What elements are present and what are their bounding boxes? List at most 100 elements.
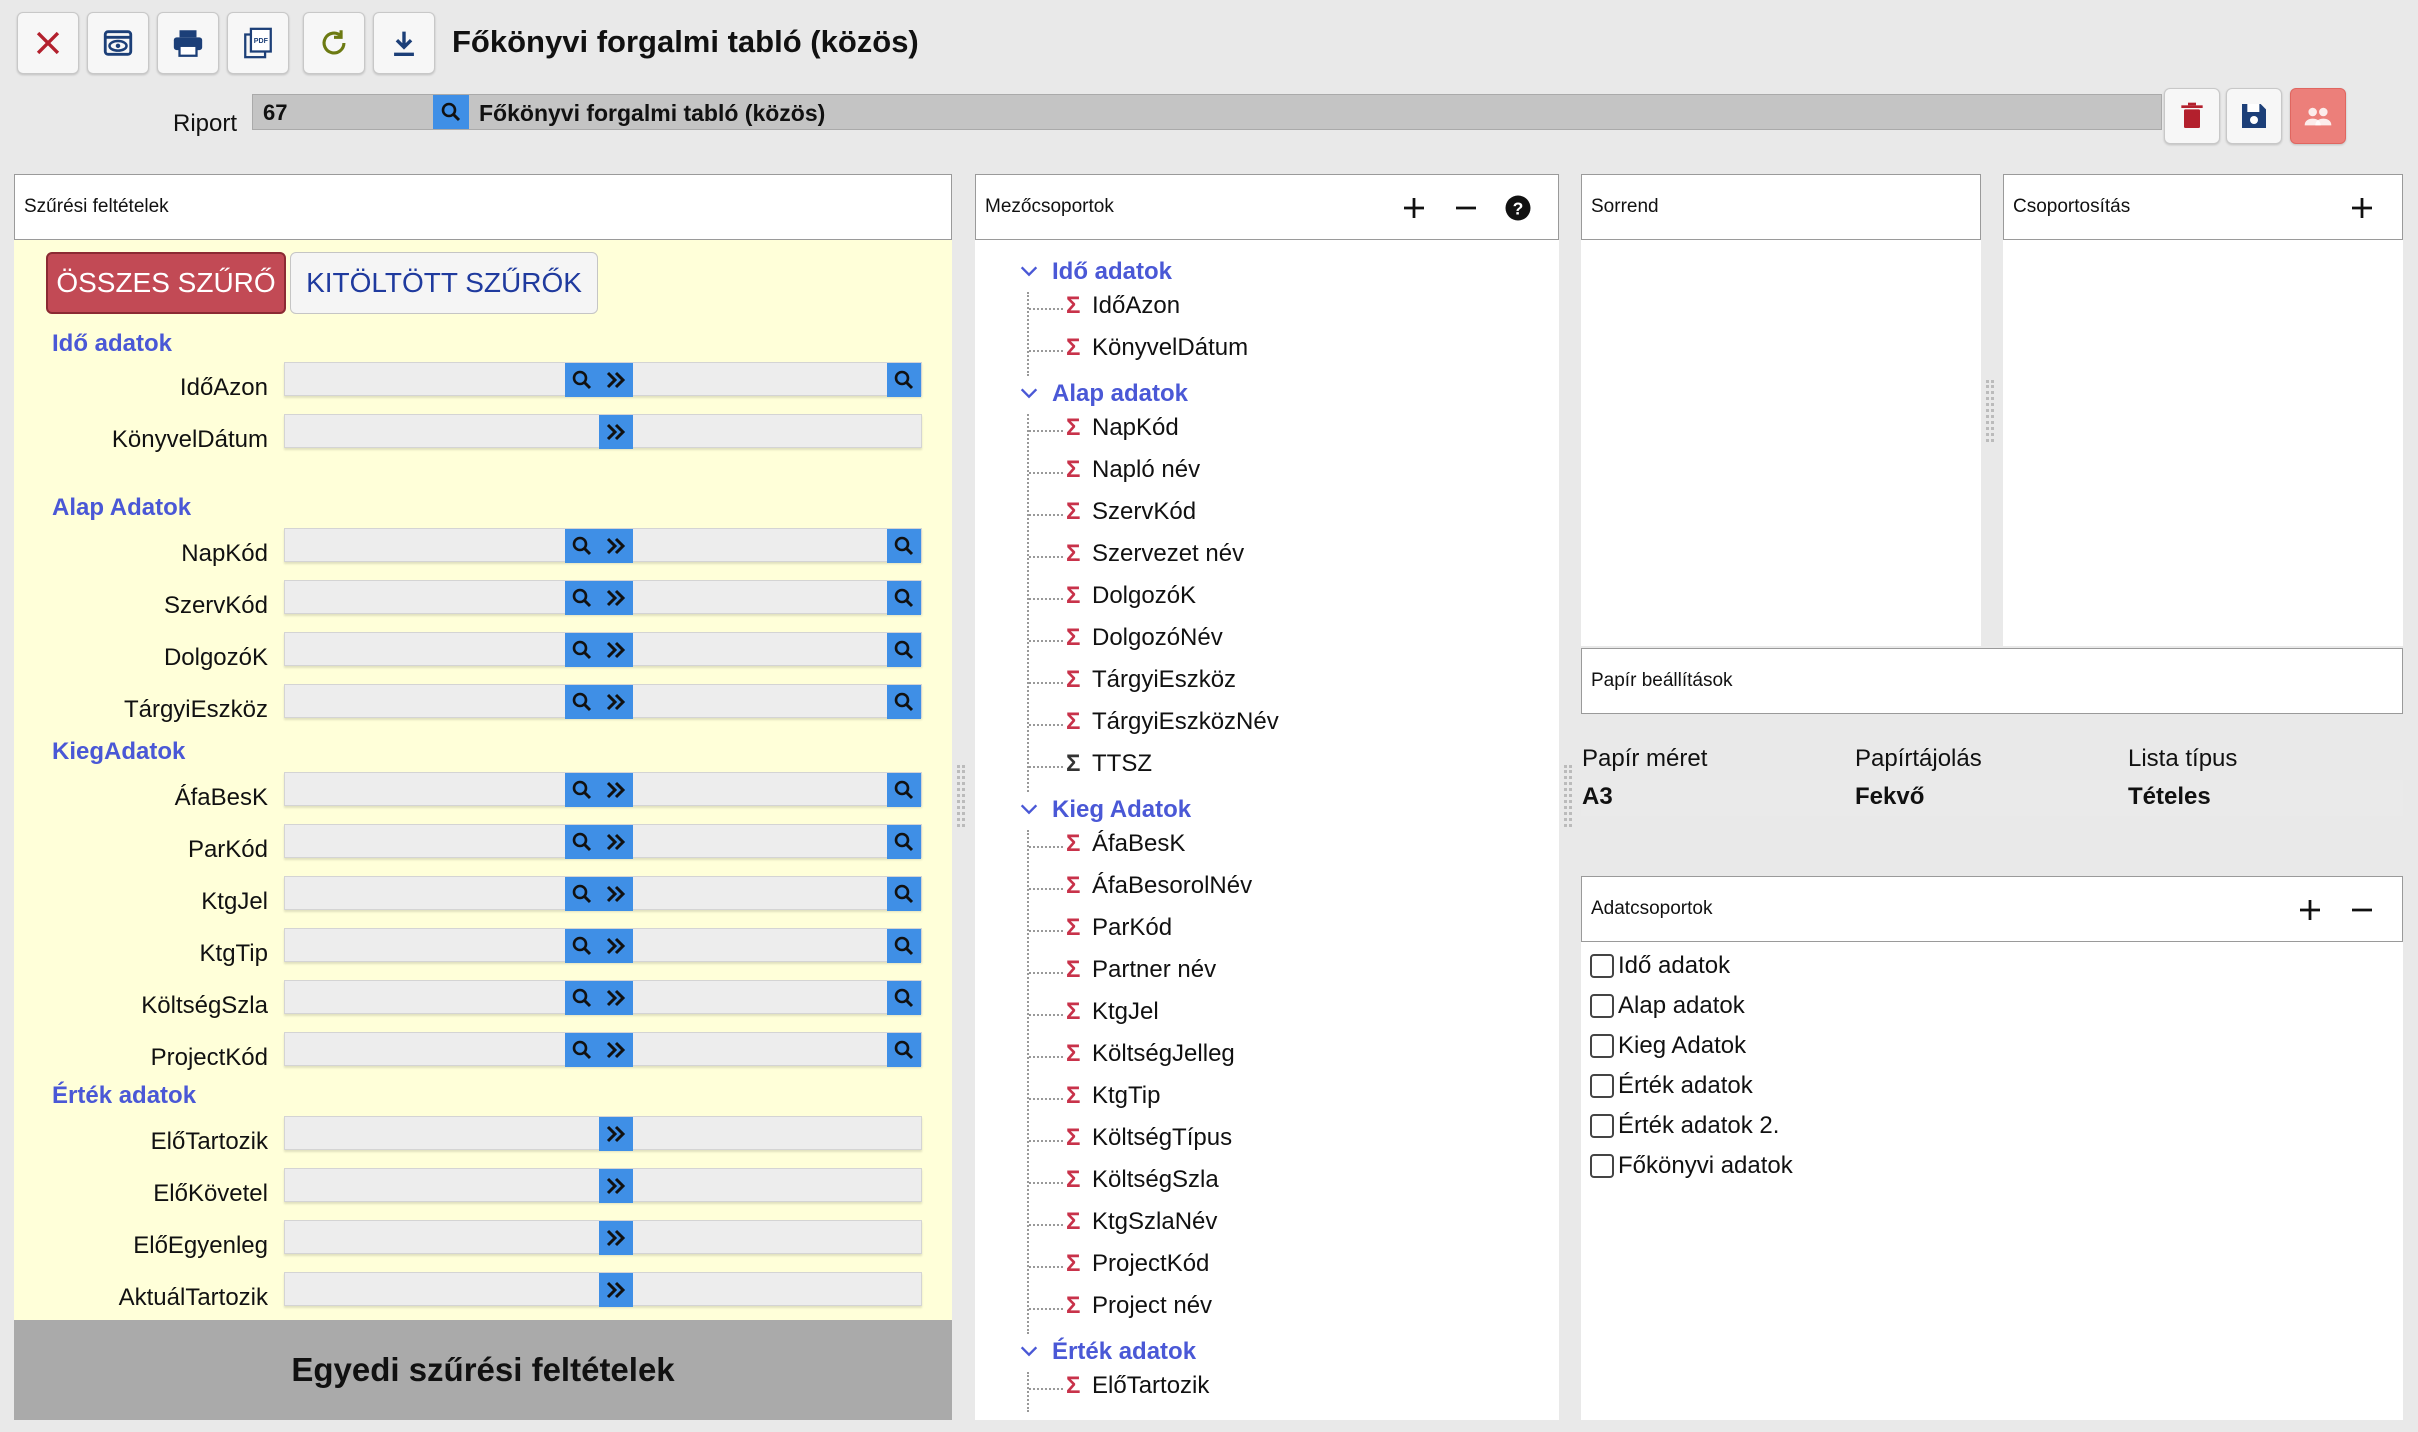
filter-search-button[interactable] <box>565 981 599 1015</box>
fieldgroup-item[interactable]: Σ ProjectKód <box>1066 1250 1209 1278</box>
filter-search-button[interactable] <box>565 529 599 563</box>
filter-search-button[interactable] <box>565 1033 599 1067</box>
filter-search-button[interactable] <box>887 877 921 911</box>
datagroup-checkbox[interactable] <box>1590 994 1614 1018</box>
datagroup-checkbox[interactable] <box>1590 1074 1614 1098</box>
filter-apply-button[interactable] <box>599 581 633 615</box>
filter-apply-button[interactable] <box>599 685 633 719</box>
share-button[interactable] <box>2290 88 2346 144</box>
fieldgroup-item[interactable]: Σ IdőAzon <box>1066 292 1180 320</box>
paper-orientation-value[interactable]: Fekvő <box>1855 783 1924 811</box>
add-fieldgroup-button[interactable] <box>1394 188 1434 228</box>
filter-apply-button[interactable] <box>599 877 633 911</box>
filter-search-button[interactable] <box>565 773 599 807</box>
filter-search-button[interactable] <box>565 877 599 911</box>
filter-apply-button[interactable] <box>599 1273 633 1307</box>
filter-search-button[interactable] <box>565 363 599 397</box>
chevron-down-icon[interactable] <box>1018 382 1040 404</box>
tab-all-filters[interactable]: ÖSSZES SZŰRŐ <box>46 252 286 314</box>
filter-input[interactable] <box>284 528 922 563</box>
fieldgroup-item[interactable]: Σ KöltségJelleg <box>1066 1040 1235 1068</box>
remove-fieldgroup-button[interactable] <box>1446 188 1486 228</box>
preview-button[interactable] <box>87 12 149 74</box>
filter-input[interactable] <box>284 1168 922 1203</box>
filter-apply-button[interactable] <box>599 633 633 667</box>
fieldgroup-item[interactable]: Σ Project név <box>1066 1292 1212 1320</box>
filter-input[interactable] <box>284 980 922 1015</box>
close-button[interactable] <box>17 12 79 74</box>
filter-input[interactable] <box>284 876 922 911</box>
filter-apply-button[interactable] <box>599 929 633 963</box>
add-datagroup-button[interactable] <box>2290 890 2330 930</box>
datagroup-checkbox[interactable] <box>1590 1114 1614 1138</box>
filter-apply-button[interactable] <box>599 363 633 397</box>
filter-apply-button[interactable] <box>599 415 633 449</box>
filter-input[interactable] <box>284 684 922 719</box>
filter-input[interactable] <box>284 580 922 615</box>
chevron-down-icon[interactable] <box>1018 1340 1040 1362</box>
filter-search-button[interactable] <box>565 581 599 615</box>
fieldgroup-item[interactable]: Σ ÁfaBesorolNév <box>1066 872 1252 900</box>
download-button[interactable] <box>373 12 435 74</box>
fieldgroup-item[interactable]: Σ ElőTartozik <box>1066 1372 1209 1400</box>
fieldgroup-item[interactable]: Σ ParKód <box>1066 914 1172 942</box>
help-button[interactable]: ? <box>1498 188 1538 228</box>
refresh-button[interactable] <box>303 12 365 74</box>
filter-input[interactable] <box>284 1116 922 1151</box>
filter-apply-button[interactable] <box>599 981 633 1015</box>
list-type-value[interactable]: Tételes <box>2128 783 2211 811</box>
save-button[interactable] <box>2226 88 2282 144</box>
fieldgroup-item[interactable]: Σ TTSZ <box>1066 750 1152 778</box>
fieldgroup-item[interactable]: Σ ÁfaBesK <box>1066 830 1185 858</box>
fieldgroup-item[interactable]: Σ KtgJel <box>1066 998 1159 1026</box>
filter-input[interactable] <box>284 1220 922 1255</box>
filter-input[interactable] <box>284 362 922 397</box>
fieldgroup-title[interactable]: Érték adatok <box>1052 1338 1196 1366</box>
datagroup-item[interactable]: Érték adatok <box>1590 1072 1753 1100</box>
fieldgroup-item[interactable]: Σ Napló név <box>1066 456 1200 484</box>
filter-apply-button[interactable] <box>599 1169 633 1203</box>
add-grouping-button[interactable] <box>2342 188 2382 228</box>
datagroup-item[interactable]: Alap adatok <box>1590 992 1745 1020</box>
custom-filters-button[interactable]: Egyedi szűrési feltételek <box>14 1320 952 1420</box>
filter-search-button[interactable] <box>887 529 921 563</box>
fieldgroup-item[interactable]: Σ KönyvelDátum <box>1066 334 1248 362</box>
resize-handle[interactable] <box>1564 765 1572 827</box>
datagroup-item[interactable]: Idő adatok <box>1590 952 1730 980</box>
filter-input[interactable] <box>284 824 922 859</box>
report-search-button[interactable] <box>433 95 469 129</box>
filter-input[interactable] <box>284 1272 922 1307</box>
filter-search-button[interactable] <box>887 633 921 667</box>
filter-search-button[interactable] <box>887 581 921 615</box>
filter-input[interactable] <box>284 1032 922 1067</box>
filter-apply-button[interactable] <box>599 773 633 807</box>
datagroup-checkbox[interactable] <box>1590 954 1614 978</box>
fieldgroup-item[interactable]: Σ KtgTip <box>1066 1082 1160 1110</box>
filter-input[interactable] <box>284 414 922 449</box>
fieldgroup-title[interactable]: Idő adatok <box>1052 258 1172 286</box>
resize-handle[interactable] <box>1986 380 1994 442</box>
filter-input[interactable] <box>284 928 922 963</box>
filter-apply-button[interactable] <box>599 825 633 859</box>
filter-search-button[interactable] <box>887 363 921 397</box>
fieldgroup-item[interactable]: Σ TárgyiEszközNév <box>1066 708 1279 736</box>
filter-search-button[interactable] <box>565 825 599 859</box>
filter-search-button[interactable] <box>565 929 599 963</box>
filter-search-button[interactable] <box>565 685 599 719</box>
fieldgroup-item[interactable]: Σ TárgyiEszköz <box>1066 666 1236 694</box>
filter-input[interactable] <box>284 772 922 807</box>
chevron-down-icon[interactable] <box>1018 798 1040 820</box>
fieldgroup-item[interactable]: Σ Szervezet név <box>1066 540 1244 568</box>
chevron-down-icon[interactable] <box>1018 260 1040 282</box>
filter-search-button[interactable] <box>887 1033 921 1067</box>
fieldgroup-item[interactable]: Σ NapKód <box>1066 414 1179 442</box>
filter-apply-button[interactable] <box>599 1221 633 1255</box>
datagroup-item[interactable]: Érték adatok 2. <box>1590 1112 1779 1140</box>
filter-apply-button[interactable] <box>599 1117 633 1151</box>
resize-handle[interactable] <box>957 765 965 827</box>
fieldgroup-item[interactable]: Σ KöltségTípus <box>1066 1124 1232 1152</box>
fieldgroup-item[interactable]: Σ SzervKód <box>1066 498 1196 526</box>
fieldgroup-item[interactable]: Σ Partner név <box>1066 956 1216 984</box>
filter-search-button[interactable] <box>887 685 921 719</box>
filter-search-button[interactable] <box>887 825 921 859</box>
